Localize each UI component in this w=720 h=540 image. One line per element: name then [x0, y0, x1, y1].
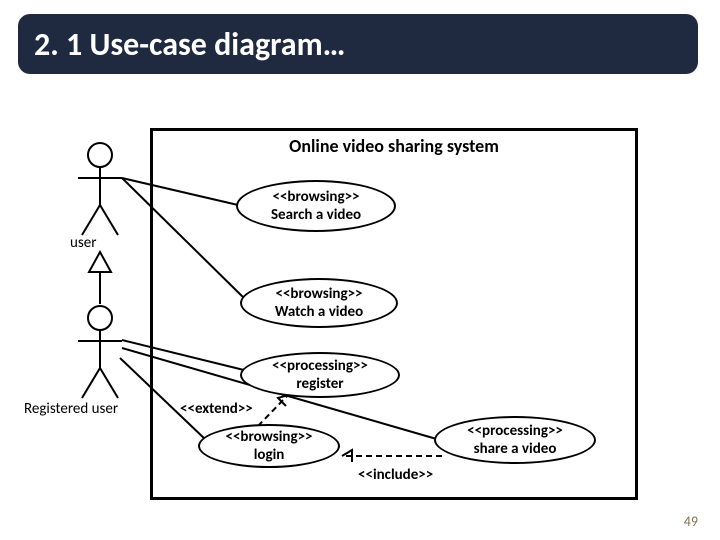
stereo: <<processing>>	[467, 422, 563, 440]
label: Search a video	[271, 206, 361, 224]
usecase-share: <<processing>> share a video	[434, 416, 596, 464]
page-number: 49	[684, 513, 698, 530]
stereo: <<browsing>>	[225, 428, 312, 446]
label: share a video	[474, 440, 557, 458]
stereo: <<processing>>	[272, 357, 368, 375]
stereo: <<browsing>>	[275, 285, 362, 303]
usecase-search: <<browsing>> Search a video	[236, 180, 396, 232]
label: register	[296, 375, 343, 393]
label: login	[254, 446, 285, 464]
rel-extend: <<extend>>	[180, 400, 253, 418]
slide-title: 2. 1 Use-case diagram…	[18, 14, 698, 74]
rel-include: <<include>>	[358, 466, 433, 484]
usecase-login: <<browsing>> login	[198, 424, 340, 468]
usecase-register: <<processing>> register	[240, 352, 400, 398]
label: Watch a video	[275, 303, 363, 321]
stereo: <<browsing>>	[272, 188, 359, 206]
actor-user-label: user	[70, 234, 96, 252]
actor-registered-label: Registered user	[24, 400, 118, 418]
system-title: Online video sharing system	[153, 135, 635, 157]
usecase-watch: <<browsing>> Watch a video	[240, 278, 398, 328]
